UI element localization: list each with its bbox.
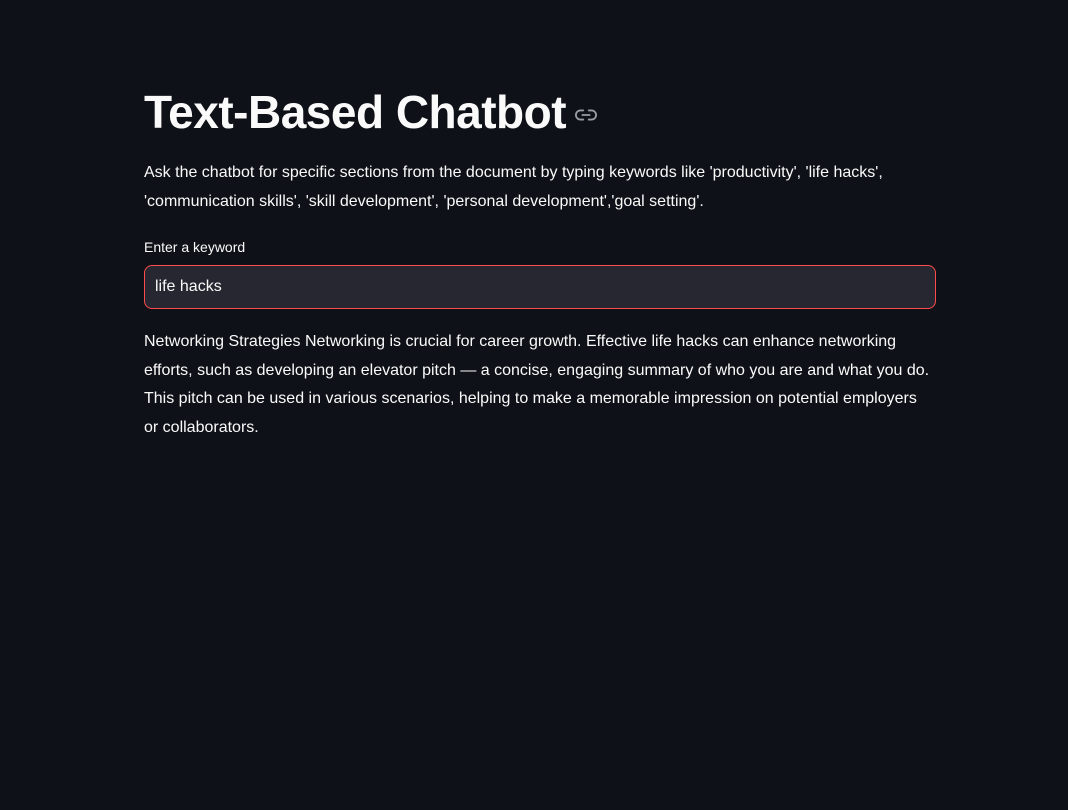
title-row: Text-Based Chatbot bbox=[144, 84, 598, 140]
page-title: Text-Based Chatbot bbox=[144, 86, 567, 138]
keyword-input-container[interactable] bbox=[144, 265, 936, 309]
chatbot-response: Networking Strategies Networking is cruc… bbox=[144, 333, 930, 436]
keyword-input[interactable] bbox=[145, 266, 935, 308]
description-text: Ask the chatbot for specific sections fr… bbox=[144, 164, 883, 210]
link-icon[interactable] bbox=[575, 104, 598, 126]
keyword-input-label: Enter a keyword bbox=[144, 239, 246, 255]
